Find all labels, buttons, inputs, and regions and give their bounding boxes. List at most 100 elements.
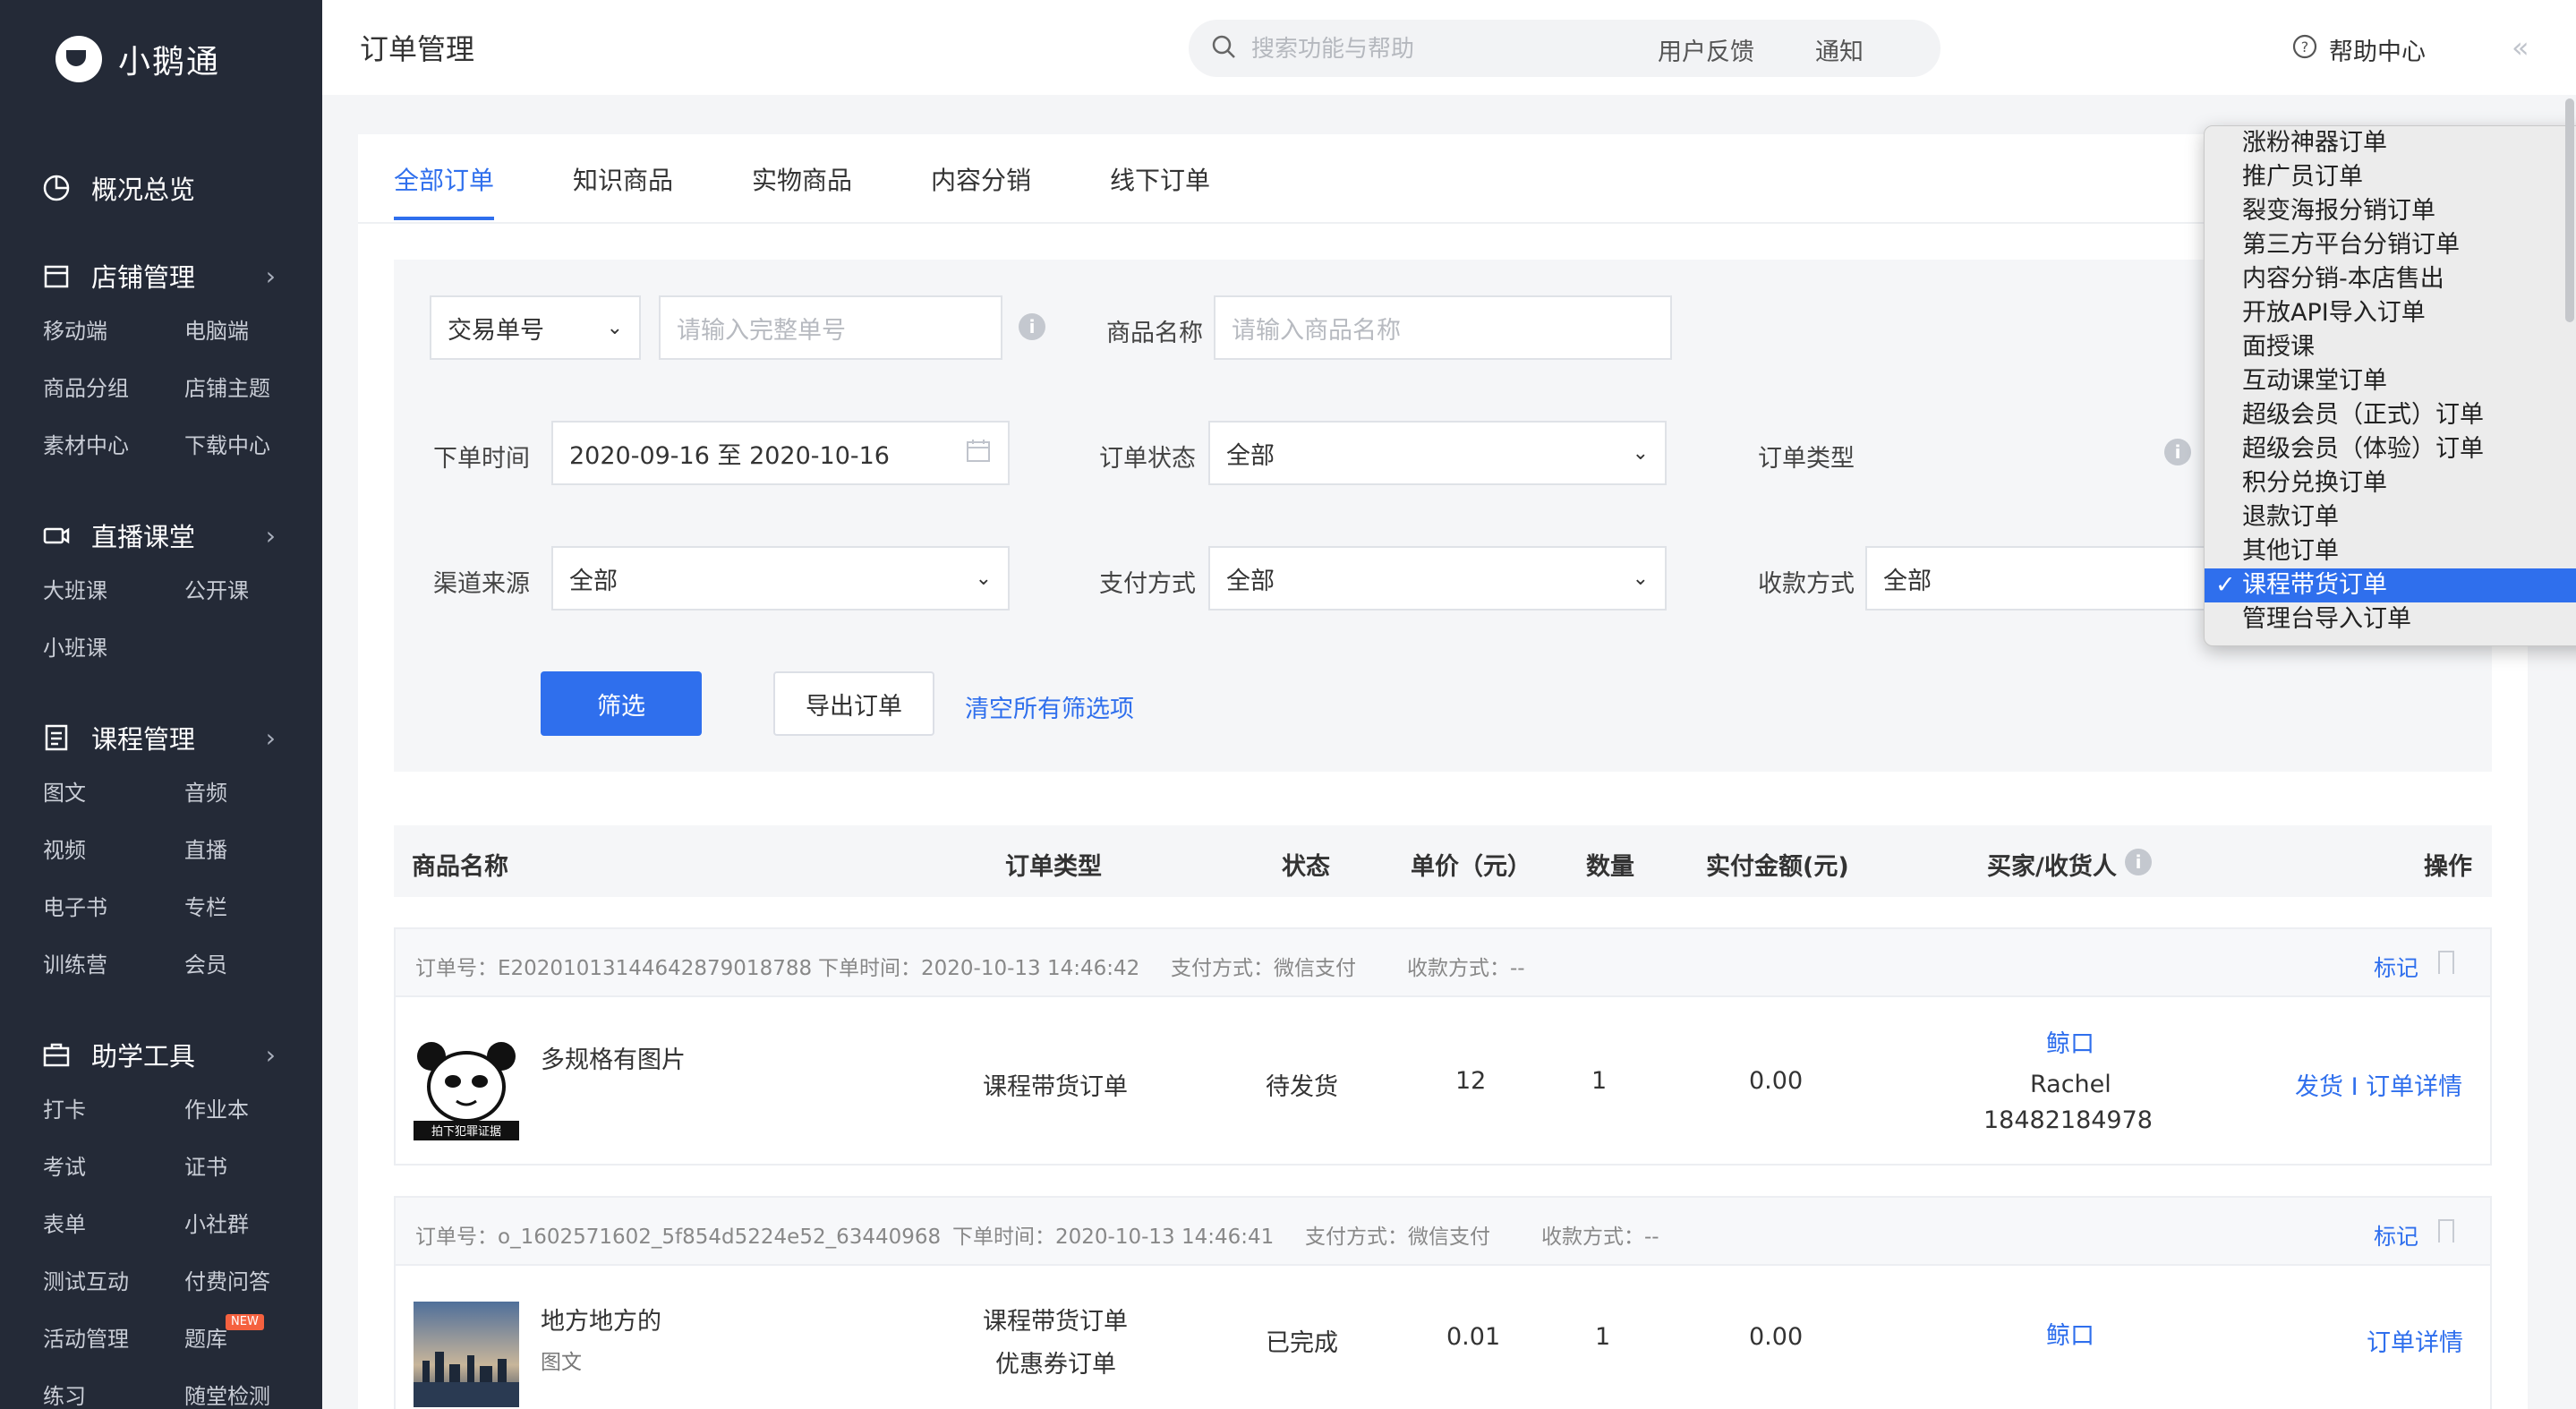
- nav-subitem[interactable]: 下载中心: [184, 417, 322, 474]
- mark-link[interactable]: 标记: [2374, 1219, 2418, 1251]
- tab-physical[interactable]: 实物商品: [752, 161, 852, 217]
- pay-method-value: 全部: [1226, 567, 1275, 595]
- nav-subitem[interactable]: 移动端: [43, 303, 184, 360]
- order-number: 订单号：E20201013144642879018788: [415, 957, 813, 980]
- nav-item-store[interactable]: 店铺管理 ›: [0, 249, 322, 303]
- nav-subitem[interactable]: 电子书: [43, 879, 184, 936]
- order-actions[interactable]: 订单详情: [2367, 1323, 2463, 1358]
- nav-subitem[interactable]: 小班课: [43, 619, 184, 677]
- trade-no-select[interactable]: 交易单号 ⌄: [430, 295, 641, 360]
- nav-subitem[interactable]: 商品分组: [43, 360, 184, 417]
- dropdown-option[interactable]: 积分兑换订单: [2205, 466, 2576, 500]
- tab-all-orders[interactable]: 全部订单: [394, 161, 495, 220]
- dropdown-option[interactable]: 退款订单: [2205, 500, 2576, 534]
- dropdown-option[interactable]: 涨粉神器订单: [2205, 126, 2576, 160]
- nav-subitem[interactable]: 图文: [43, 764, 184, 822]
- calendar-icon: [965, 437, 992, 470]
- pay-method-select[interactable]: 全部 ⌄: [1208, 546, 1667, 611]
- nav-item-live[interactable]: 直播课堂 ›: [0, 508, 322, 562]
- nav-subitem[interactable]: 直播: [184, 822, 322, 879]
- nav-subitem[interactable]: 音频: [184, 764, 322, 822]
- nav-item-overview[interactable]: 概况总览: [0, 161, 322, 215]
- channel-select[interactable]: 全部 ⌄: [551, 546, 1010, 611]
- info-icon: i: [2125, 849, 2152, 875]
- nav-subitem[interactable]: 店铺主题: [184, 360, 322, 417]
- buyer-name[interactable]: 鲸口: [2046, 1024, 2094, 1059]
- logo[interactable]: 小鹅通: [55, 32, 220, 86]
- dropdown-option[interactable]: 开放API导入订单: [2205, 296, 2576, 330]
- svg-text:?: ?: [2301, 38, 2309, 56]
- nav-subitem[interactable]: 练习: [43, 1368, 184, 1409]
- order-type-dropdown[interactable]: 涨粉神器订单 推广员订单 裂变海报分销订单 第三方平台分销订单 内容分销-本店售…: [2204, 125, 2576, 646]
- nav-item-tools[interactable]: 助学工具 ›: [0, 1028, 322, 1081]
- filter-button[interactable]: 筛选: [541, 671, 702, 736]
- nav-subitem[interactable]: 视频: [43, 822, 184, 879]
- product-thumbnail: 拍下犯罪证据: [414, 1035, 519, 1140]
- order-status-select[interactable]: 全部 ⌄: [1208, 421, 1667, 485]
- nav-subitem[interactable]: 训练营: [43, 936, 184, 994]
- product-name-input[interactable]: 请输入商品名称: [1214, 295, 1672, 360]
- nav-subitem[interactable]: 作业本: [184, 1081, 322, 1139]
- nav-item-course[interactable]: 课程管理 ›: [0, 711, 322, 764]
- dropdown-option[interactable]: 内容分销-本店售出: [2205, 262, 2576, 296]
- paid-amount: 0.00: [1749, 1067, 1804, 1095]
- nav-subitem[interactable]: 打卡: [43, 1081, 184, 1139]
- nav-subitem[interactable]: 随堂检测: [184, 1368, 322, 1409]
- channel-value: 全部: [569, 567, 618, 595]
- page-scrollbar[interactable]: [2565, 98, 2574, 322]
- tab-distribution[interactable]: 内容分销: [931, 161, 1031, 217]
- order-status: 待发货: [1266, 1073, 1338, 1101]
- tab-knowledge[interactable]: 知识商品: [573, 161, 673, 217]
- nav-subitem[interactable]: 付费问答: [184, 1253, 322, 1311]
- dropdown-option[interactable]: 超级会员（正式）订单: [2205, 398, 2576, 432]
- nav-subitem[interactable]: 表单: [43, 1196, 184, 1253]
- export-orders-button[interactable]: 导出订单: [773, 671, 934, 736]
- nav-subitem[interactable]: 考试: [43, 1139, 184, 1196]
- clear-filters-link[interactable]: 清空所有筛选项: [965, 689, 1134, 724]
- nav-subitem[interactable]: 电脑端: [184, 303, 322, 360]
- receiver-name: Rachel: [2030, 1071, 2111, 1098]
- mark-link[interactable]: 标记: [2374, 951, 2418, 983]
- nav-subitem[interactable]: 素材中心: [43, 417, 184, 474]
- trade-no-input[interactable]: 请输入完整单号: [659, 295, 1002, 360]
- product-category: 图文: [541, 1351, 582, 1374]
- tab-offline[interactable]: 线下订单: [1110, 161, 1210, 217]
- order-actions[interactable]: 发货 I 订单详情: [2295, 1067, 2462, 1102]
- nav-subitem[interactable]: 小社群: [184, 1196, 322, 1253]
- dropdown-option[interactable]: 裂变海报分销订单: [2205, 194, 2576, 228]
- nav-group-tools: 助学工具 › 打卡 作业本 考试 证书 表单 小社群 测试互动 付费问答 活动管…: [0, 1028, 322, 1409]
- feedback-link[interactable]: 用户反馈: [1658, 32, 1754, 67]
- dropdown-option[interactable]: 推广员订单: [2205, 160, 2576, 194]
- collapse-icon[interactable]: «: [2512, 30, 2529, 64]
- dropdown-option[interactable]: 管理台导入订单: [2205, 602, 2576, 636]
- order-time: 下单时间：2020-10-13 14:46:42: [818, 957, 1140, 980]
- quantity: 1: [1591, 1067, 1608, 1095]
- nav-subitem-question-bank[interactable]: 题库 NEW: [184, 1311, 322, 1368]
- dropdown-option[interactable]: 其他订单: [2205, 534, 2576, 568]
- th-paid: 实付金额(元): [1706, 853, 1849, 881]
- nav-subitem[interactable]: 公开课: [184, 562, 322, 619]
- nav-subitem[interactable]: 活动管理: [43, 1311, 184, 1368]
- buyer-name[interactable]: 鲸口: [2046, 1316, 2094, 1351]
- nav-subitem[interactable]: 会员: [184, 936, 322, 994]
- product-thumbnail: [414, 1302, 519, 1407]
- receiver-phone: 18482184978: [1983, 1106, 2153, 1134]
- nav-subitem[interactable]: 大班课: [43, 562, 184, 619]
- dropdown-option-selected[interactable]: ✓ 课程带货订单: [2205, 568, 2576, 602]
- nav-sub-course: 图文 音频 视频 直播 电子书 专栏 训练营 会员: [0, 764, 322, 994]
- order-time-range[interactable]: 2020-09-16 至 2020-10-16: [551, 421, 1010, 485]
- notification-link[interactable]: 通知: [1815, 32, 1864, 67]
- nav-label: 助学工具: [91, 1041, 196, 1072]
- bookmark-icon[interactable]: [2438, 1219, 2454, 1242]
- dropdown-option[interactable]: 超级会员（体验）订单: [2205, 432, 2576, 466]
- dropdown-option[interactable]: 互动课堂订单: [2205, 364, 2576, 398]
- nav-subitem[interactable]: 证书: [184, 1139, 322, 1196]
- nav-group-store: 店铺管理 › 移动端 电脑端 商品分组 店铺主题 素材中心 下载中心: [0, 249, 322, 474]
- nav-subitem[interactable]: 专栏: [184, 879, 322, 936]
- help-center-link[interactable]: ? 帮助中心: [2291, 32, 2426, 67]
- dropdown-option[interactable]: 面授课: [2205, 330, 2576, 364]
- trade-no-select-value: 交易单号: [448, 316, 544, 345]
- bookmark-icon[interactable]: [2438, 951, 2454, 974]
- dropdown-option[interactable]: 第三方平台分销订单: [2205, 228, 2576, 262]
- nav-subitem[interactable]: 测试互动: [43, 1253, 184, 1311]
